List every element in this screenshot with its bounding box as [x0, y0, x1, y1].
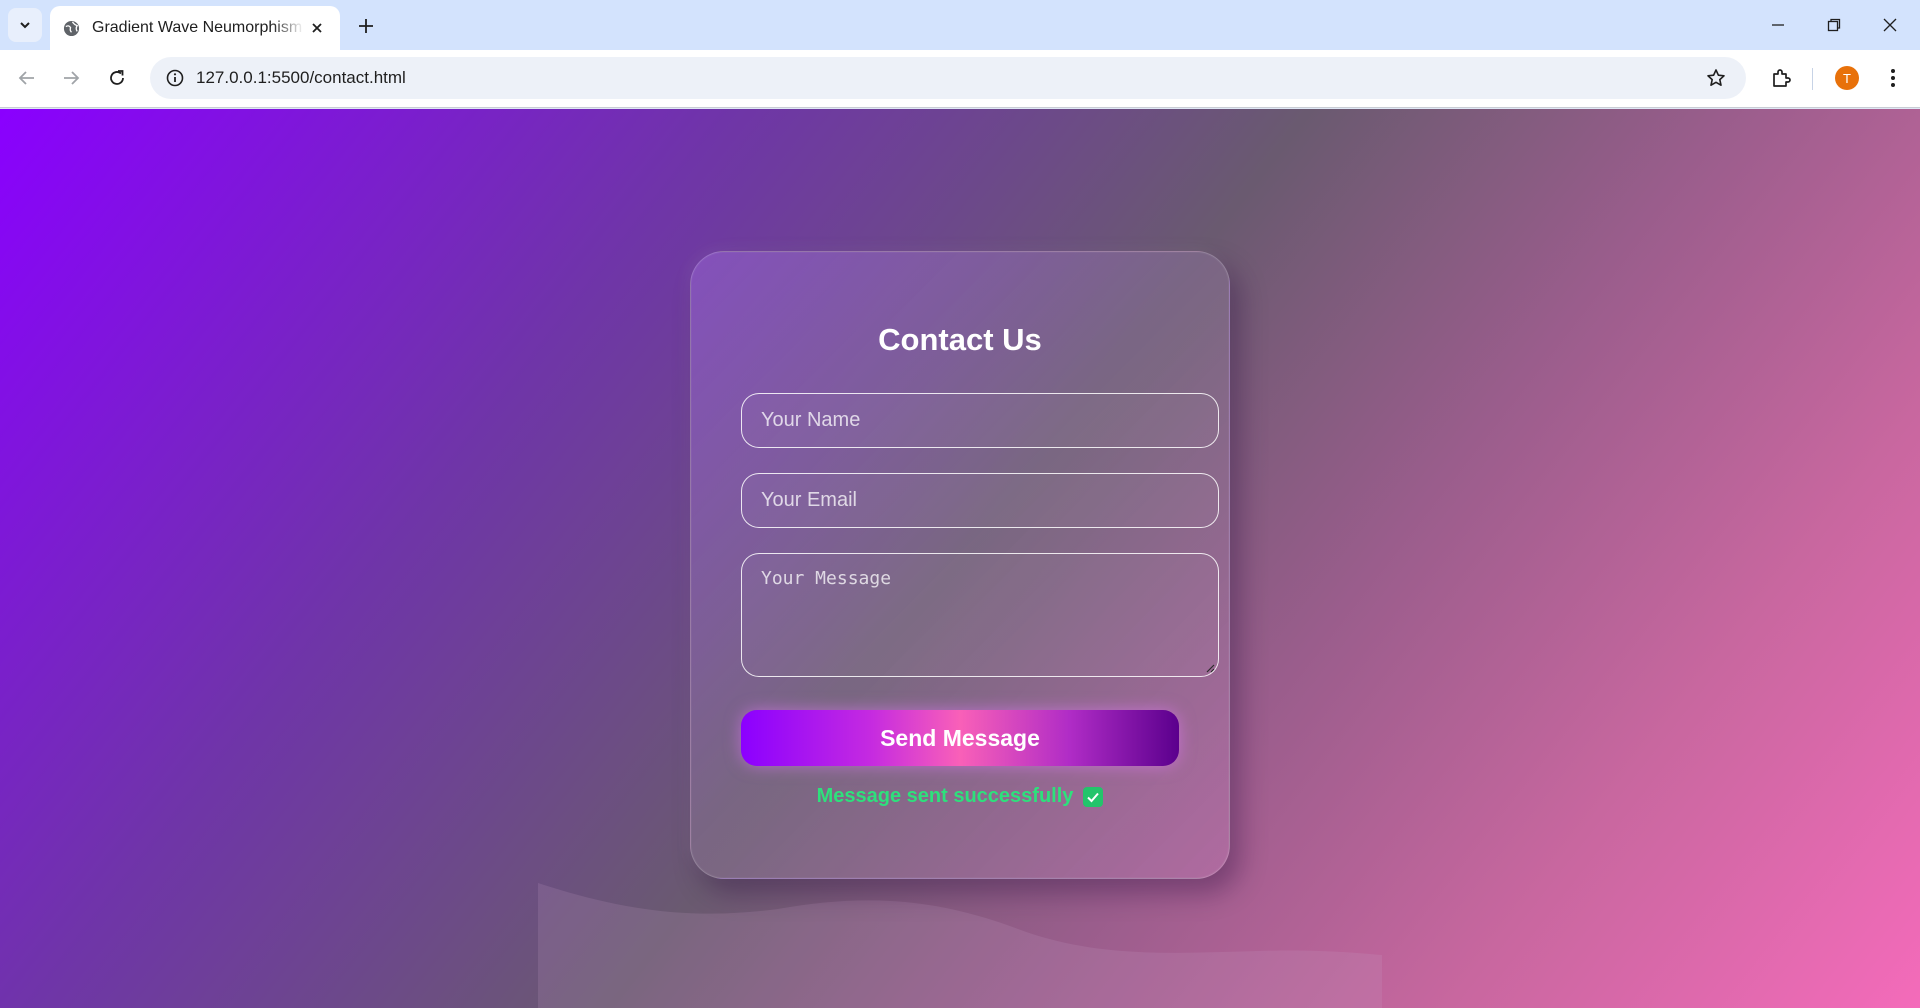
- name-field[interactable]: [742, 394, 1218, 447]
- status-text: Message sent successfully: [816, 785, 1074, 807]
- browser-toolbar: 127.0.0.1:5500/contact.html T: [0, 50, 1920, 108]
- chevron-down-icon: [20, 22, 30, 29]
- tab-title: Gradient Wave Neumorphism Contact Form: [92, 19, 304, 36]
- close-window-button[interactable]: [1862, 0, 1918, 50]
- forward-button[interactable]: [52, 59, 90, 97]
- restore-button[interactable]: [1806, 0, 1862, 50]
- email-field[interactable]: [742, 474, 1218, 527]
- bookmark-star-icon[interactable]: [1700, 62, 1732, 94]
- restore-icon: [1827, 18, 1841, 32]
- puzzle-icon: [1773, 69, 1791, 87]
- new-tab-button[interactable]: [352, 12, 380, 40]
- page-viewport: Contact Us Send Message Message sent suc…: [0, 109, 1920, 1008]
- status-message: Message sent successfully: [691, 785, 1229, 808]
- tab-search-button[interactable]: [8, 8, 42, 42]
- background-wave: [538, 883, 1382, 1008]
- extensions-button[interactable]: [1762, 59, 1800, 97]
- back-button[interactable]: [8, 59, 46, 97]
- address-bar[interactable]: 127.0.0.1:5500/contact.html: [150, 57, 1746, 99]
- site-info-icon[interactable]: [160, 63, 190, 93]
- minimize-button[interactable]: [1750, 0, 1806, 50]
- close-icon: [1883, 18, 1897, 32]
- arrow-right-icon: [64, 71, 80, 85]
- tab-strip: Gradient Wave Neumorphism Contact Form: [0, 0, 1920, 50]
- active-tab[interactable]: Gradient Wave Neumorphism Contact Form: [50, 6, 340, 50]
- email-field-wrapper: [741, 473, 1219, 528]
- send-message-button[interactable]: Send Message: [741, 710, 1179, 766]
- name-field-wrapper: [741, 393, 1219, 448]
- globe-icon: [62, 19, 80, 37]
- toolbar-divider: [1812, 68, 1813, 90]
- minimize-icon: [1772, 24, 1784, 26]
- profile-button[interactable]: T: [1828, 59, 1866, 97]
- reload-icon: [110, 70, 124, 85]
- check-icon: [1083, 786, 1104, 807]
- avatar: T: [1835, 66, 1859, 90]
- close-tab-icon[interactable]: [306, 17, 328, 39]
- contact-card: Contact Us Send Message Message sent suc…: [690, 251, 1230, 879]
- message-field[interactable]: [742, 554, 1218, 676]
- plus-icon: [359, 19, 373, 33]
- arrow-left-icon: [18, 71, 34, 85]
- message-field-wrapper: [741, 553, 1219, 677]
- reload-button[interactable]: [98, 59, 136, 97]
- resize-handle-icon[interactable]: [1206, 664, 1215, 673]
- more-vertical-icon: [1891, 69, 1895, 87]
- page-title: Contact Us: [878, 322, 1042, 357]
- url-text: 127.0.0.1:5500/contact.html: [196, 68, 406, 87]
- browser-menu-button[interactable]: [1874, 59, 1912, 97]
